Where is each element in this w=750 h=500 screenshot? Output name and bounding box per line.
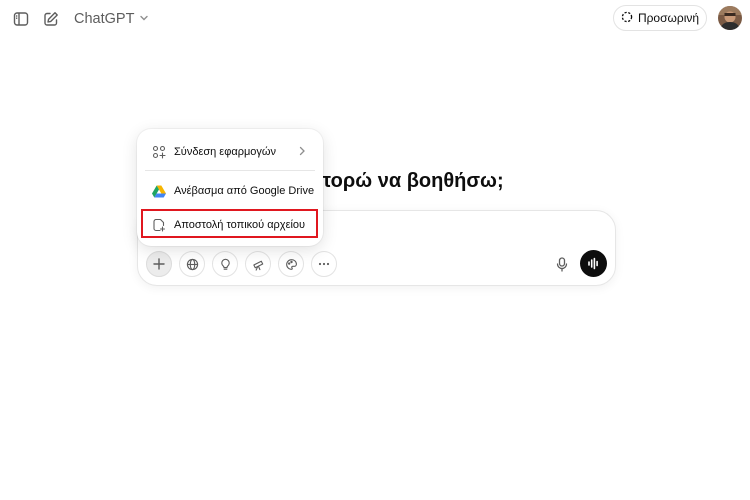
menu-item-label: Αποστολή τοπικού αρχείου	[174, 219, 306, 231]
voice-mode-icon[interactable]	[580, 250, 607, 277]
new-chat-icon[interactable]	[40, 8, 62, 30]
top-bar: ChatGPT Προσωρινή	[0, 0, 750, 38]
menu-item-connect-apps[interactable]: Σύνδεση εφαρμογών	[145, 138, 315, 166]
attach-menu: Σύνδεση εφαρμογών Ανέβασμα από Google Dr…	[137, 129, 323, 246]
avatar[interactable]	[718, 6, 742, 30]
menu-divider	[145, 170, 315, 171]
paint-icon[interactable]	[278, 251, 304, 277]
more-icon[interactable]	[311, 251, 337, 277]
temporary-chat-label: Προσωρινή	[637, 11, 700, 25]
chevron-down-icon	[139, 11, 149, 27]
telescope-icon[interactable]	[245, 251, 271, 277]
apps-icon	[152, 145, 166, 159]
model-selector[interactable]: ChatGPT	[74, 9, 149, 29]
local-file-icon	[152, 218, 166, 232]
menu-item-upload-local-file[interactable]: Αποστολή τοπικού αρχείου	[145, 211, 315, 239]
globe-icon[interactable]	[179, 251, 205, 277]
google-drive-icon	[152, 184, 166, 198]
plus-icon[interactable]	[146, 251, 172, 277]
menu-item-label: Ανέβασμα από Google Drive	[174, 185, 315, 197]
mic-icon[interactable]	[551, 251, 573, 277]
menu-item-google-drive[interactable]: Ανέβασμα από Google Drive	[145, 177, 315, 205]
temporary-chat-button[interactable]: Προσωρινή	[613, 5, 707, 31]
chevron-right-icon	[297, 145, 307, 160]
menu-item-label: Σύνδεση εφαρμογών	[174, 146, 277, 158]
model-label: ChatGPT	[74, 11, 135, 27]
temporary-chat-icon	[621, 11, 633, 26]
sidebar-toggle-icon[interactable]	[10, 8, 32, 30]
chatgpt-page: ChatGPT Προσωρινή Πώς μπορώ να βοηθήσω;	[0, 0, 750, 500]
lightbulb-icon[interactable]	[212, 251, 238, 277]
